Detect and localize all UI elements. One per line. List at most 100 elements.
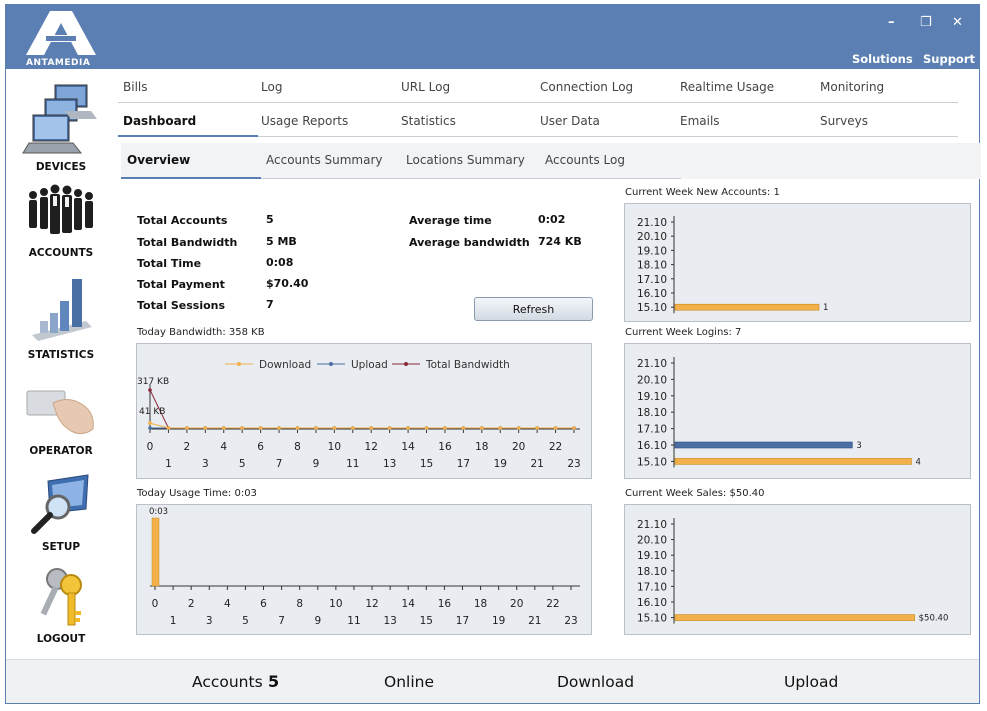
footer-online-label: Online: [384, 673, 434, 691]
x-tick-label: 17: [456, 615, 469, 627]
series-point: [461, 426, 466, 430]
nav-url-log[interactable]: URL Log: [401, 80, 450, 94]
y-tick-label: 16.10: [637, 288, 667, 300]
nav-usage-reports[interactable]: Usage Reports: [261, 114, 348, 128]
series-point: [277, 426, 281, 430]
x-tick-label: 18: [474, 598, 487, 610]
y-tick-label: 19.10: [637, 391, 667, 403]
bandwidth-chart: Download Upload Total Bandwidth 0 2 4 6 8 10 12 14…: [136, 343, 592, 479]
x-tick-label: 8: [296, 598, 303, 610]
x-tick-label: 21: [528, 615, 541, 627]
legend-label: Total Bandwidth: [425, 359, 510, 371]
support-link[interactable]: Support: [923, 52, 975, 66]
y-tick-label: 21.10: [637, 217, 667, 229]
series-point: [443, 426, 447, 430]
data-label: 3: [856, 441, 861, 451]
refresh-button[interactable]: Refresh: [474, 297, 593, 321]
series-point: [572, 426, 576, 430]
close-button[interactable]: ✕: [952, 15, 963, 30]
sidebar-item-statistics[interactable]: STATISTICS: [6, 275, 116, 361]
nav-divider-1: [118, 102, 958, 103]
series-point: [424, 426, 429, 430]
y-tick-label: 18.10: [637, 407, 667, 419]
nav-connection-log[interactable]: Connection Log: [540, 80, 633, 94]
series-point: [369, 426, 374, 430]
y-tick-label: 19.10: [637, 245, 667, 257]
stat-label: Average bandwidth: [409, 236, 530, 249]
data-label: 4: [915, 457, 920, 467]
x-tick-label: 11: [346, 458, 359, 470]
x-tick-label: 1: [165, 458, 172, 470]
x-tick-label: 21: [530, 458, 543, 470]
magnifier-monitor-icon: [31, 474, 89, 534]
bar: [674, 614, 915, 621]
sidebar-item-setup[interactable]: SETUP: [6, 473, 116, 553]
y-tick-label: 15.10: [637, 613, 667, 625]
nav-row-2: Dashboard Usage Reports Statistics User …: [116, 105, 958, 139]
x-tick-label: 18: [475, 441, 488, 453]
nav-dashboard[interactable]: Dashboard: [123, 114, 196, 128]
sidebar-item-logout[interactable]: LOGOUT: [6, 565, 116, 645]
nav-surveys[interactable]: Surveys: [820, 114, 868, 128]
series-point: [332, 426, 337, 430]
x-tick-label: 19: [494, 458, 507, 470]
y-tick-label: 18.10: [637, 566, 667, 578]
x-tick-label: 3: [206, 615, 213, 627]
minimize-button[interactable]: –: [888, 15, 895, 30]
y-tick-label: 20.10: [637, 231, 667, 243]
series-point: [295, 426, 300, 430]
subtab-overview[interactable]: Overview: [127, 153, 190, 167]
nav-user-data[interactable]: User Data: [540, 114, 600, 128]
x-tick-label: 4: [224, 598, 231, 610]
logo-mark-icon: [26, 11, 96, 55]
nav-emails[interactable]: Emails: [680, 114, 720, 128]
sales-chart-title: Current Week Sales: $50.40: [625, 488, 765, 499]
y-tick-label: 16.10: [637, 597, 667, 609]
stat-label: Total Bandwidth: [137, 236, 238, 249]
x-tick-label: 0: [147, 441, 154, 453]
keys-icon: [40, 568, 82, 626]
subtab-locations-summary[interactable]: Locations Summary: [406, 153, 525, 167]
sidebar-label-accounts: ACCOUNTS: [28, 247, 94, 259]
new-accounts-chart: 21.10 20.10 19.10 18.10 17.10 16.10 15.10 1: [624, 203, 971, 322]
stat-value: 7: [266, 298, 274, 311]
x-tick-label: 7: [276, 458, 283, 470]
x-tick-label: 11: [347, 615, 360, 627]
subtab-accounts-log[interactable]: Accounts Log: [545, 153, 625, 167]
x-tick-label: 5: [239, 458, 246, 470]
nav-realtime-usage[interactable]: Realtime Usage: [680, 80, 774, 94]
y-tick-label: 15.10: [637, 456, 667, 468]
footer-download-label: Download: [557, 673, 635, 691]
series-point: [314, 426, 318, 430]
y-tick-label: 18.10: [637, 260, 667, 272]
sales-chart: 21.10 20.10 19.10 18.10 17.10 16.10 15.10 $50.4…: [624, 504, 971, 635]
subtab-accounts-summary[interactable]: Accounts Summary: [266, 153, 383, 167]
nav-row-1: Bills Log URL Log Connection Log Realtim…: [116, 71, 958, 105]
sidebar-item-accounts[interactable]: ACCOUNTS: [6, 183, 116, 259]
solutions-link[interactable]: Solutions: [852, 52, 913, 66]
x-tick-label: 16: [438, 441, 452, 453]
x-tick-label: 9: [314, 615, 321, 627]
people-icon: [29, 184, 93, 234]
nav-statistics[interactable]: Statistics: [401, 114, 456, 128]
y-tick-label: 15.10: [637, 302, 667, 314]
nav-monitoring[interactable]: Monitoring: [820, 80, 884, 94]
new-accounts-chart-svg: 21.10 20.10 19.10 18.10 17.10 16.10 15.10 1: [637, 216, 828, 314]
sidebar-item-operator[interactable]: OPERATOR: [6, 385, 116, 457]
x-tick-label: 20: [512, 441, 525, 453]
x-tick-label: 1: [170, 615, 177, 627]
logo-text: ANTAMEDIA: [26, 58, 91, 68]
sidebar-label-statistics: STATISTICS: [27, 349, 95, 361]
nav-log[interactable]: Log: [261, 80, 282, 94]
stat-label: Average time: [409, 214, 492, 227]
restore-button[interactable]: ❐: [920, 15, 932, 30]
x-tick-label: 15: [420, 615, 433, 627]
nav-bills[interactable]: Bills: [123, 80, 148, 94]
logins-chart-svg: 21.10 20.10 19.10 18.10 17.10 16.10 3 15.10 4: [637, 357, 921, 468]
usage-time-chart: 0:03 0 2 4 6 8 10 12 14 16 18 20 22 1 3 5 7 9 11 13 15 17 19 21…: [136, 504, 592, 635]
sidebar-item-devices[interactable]: DEVICES: [6, 81, 116, 173]
bar-chart-icon: [32, 279, 92, 341]
footer-upload-label: Upload: [784, 673, 839, 691]
antamedia-logo: ANTAMEDIA: [22, 9, 100, 68]
subtab-active-indicator: [121, 177, 261, 179]
